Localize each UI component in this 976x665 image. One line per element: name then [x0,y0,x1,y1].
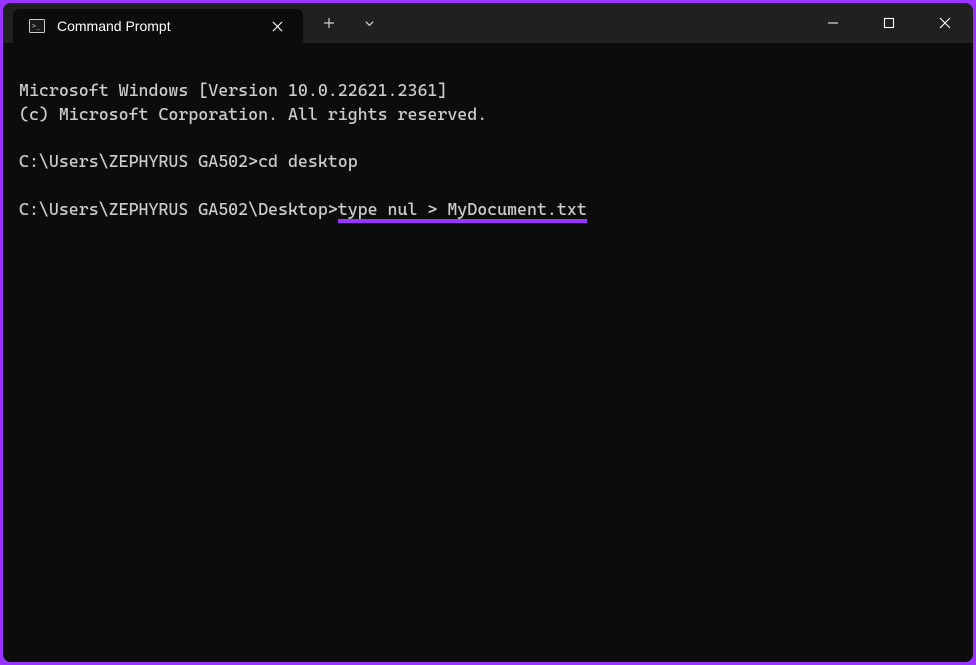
prompt-command-2: type nul > MyDocument.txt [338,199,587,223]
titlebar: >_ Command Prompt [3,3,973,43]
prompt-path-1: C:\Users\ZEPHYRUS GA502> [19,151,258,171]
close-button[interactable] [917,3,973,43]
svg-text:>_: >_ [32,22,41,30]
tab-dropdown-button[interactable] [351,8,387,38]
prompt-path-2: C:\Users\ZEPHYRUS GA502\Desktop> [19,199,338,219]
tab-close-button[interactable] [267,16,287,36]
tab-actions [311,3,387,43]
terminal-window: >_ Command Prompt [3,3,973,662]
window-controls [805,3,973,43]
prompt-command-1: cd desktop [258,151,358,171]
new-tab-button[interactable] [311,8,347,38]
copyright-line: (c) Microsoft Corporation. All rights re… [19,104,487,124]
maximize-button[interactable] [861,3,917,43]
terminal-tab[interactable]: >_ Command Prompt [13,9,303,43]
tab-title: Command Prompt [57,18,255,34]
minimize-button[interactable] [805,3,861,43]
terminal-output[interactable]: Microsoft Windows [Version 10.0.22621.23… [3,43,973,662]
version-line: Microsoft Windows [Version 10.0.22621.23… [19,80,447,100]
cmd-icon: >_ [29,18,45,34]
